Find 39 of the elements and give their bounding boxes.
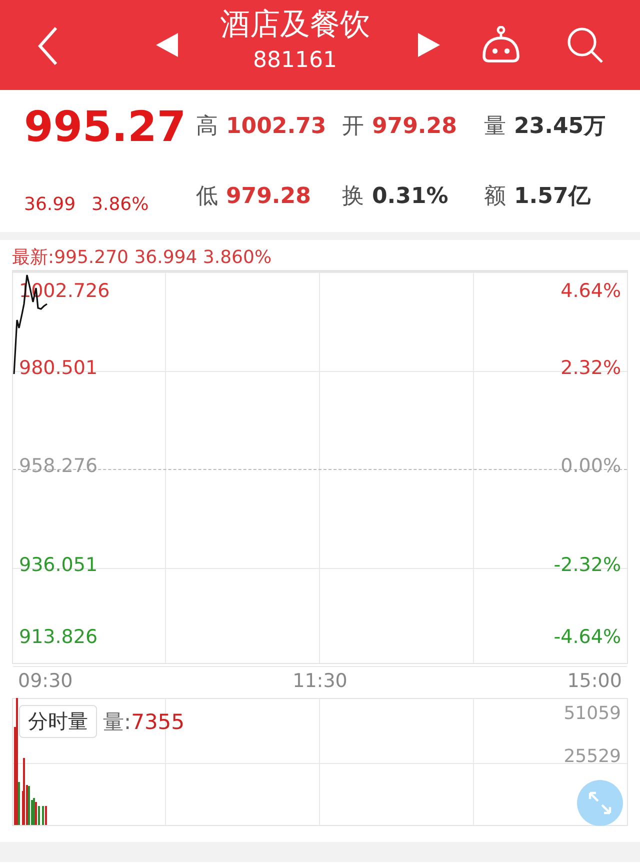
volume-label: 量: [103,708,132,736]
latest-quote: 最新:995.270 36.994 3.860% [11,246,273,270]
stat-value: 1.57亿 [514,183,590,211]
search-icon[interactable] [566,26,604,64]
window-title: 酒店及餐饮 [219,6,371,44]
percent-axis-label: 0.00% [560,455,621,477]
back-icon[interactable] [36,26,60,66]
current-price: 995.27 [24,102,188,152]
change-percent: 3.86% [92,194,149,215]
stock-code: 881161 [252,47,338,75]
price-axis-label: 958.276 [19,455,98,477]
stat-label: 高 [196,113,218,141]
volume-axis-label: 51059 [564,703,621,724]
stat-label: 低 [196,183,218,211]
price-axis-label: 913.826 [19,626,98,648]
next-icon[interactable] [418,33,440,57]
percent-axis-label: -2.32% [554,554,621,576]
price-change: 36.99 [24,194,76,215]
time-axis-label: 09:30 [18,670,73,694]
volume-axis-label: 25529 [564,746,621,767]
previous-icon[interactable] [156,33,178,57]
stat-value: 23.45万 [514,113,606,141]
volume-tag[interactable]: 分时量 [19,705,97,738]
percent-axis-label: 4.64% [560,280,621,302]
time-axis-label: 11:30 [292,670,348,694]
stat-label: 量 [484,113,506,141]
price-axis-label: 936.051 [19,554,98,576]
stat-label: 换 [342,183,364,211]
stat-value: 0.31% [372,184,448,208]
stat-label: 额 [484,183,506,211]
volume-value: 7355 [131,710,185,734]
stat-value: 979.28 [226,184,311,208]
percent-axis-label: 2.32% [560,356,621,378]
stat-label: 开 [342,113,364,141]
time-axis-label: 15:00 [567,670,622,694]
price-axis-label: 980.501 [19,356,98,378]
stat-value: 979.28 [372,114,457,138]
stat-value: 1002.73 [226,114,326,138]
percent-axis-label: -4.64% [554,626,621,648]
